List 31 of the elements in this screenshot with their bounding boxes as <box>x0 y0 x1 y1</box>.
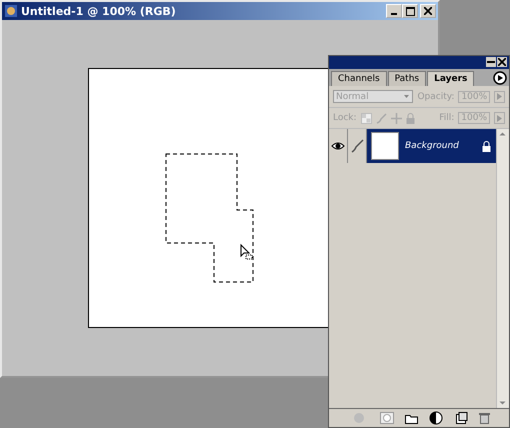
panel-menu-icon[interactable] <box>493 71 507 85</box>
minimize-button[interactable] <box>386 4 402 18</box>
close-button[interactable] <box>497 57 507 67</box>
close-icon <box>424 7 432 15</box>
maximize-icon <box>406 6 414 16</box>
window-title: Untitled-1 @ 100% (RGB) <box>21 4 177 18</box>
minimize-button[interactable] <box>486 57 496 67</box>
cursor-icon <box>240 244 252 260</box>
layer-name: Background <box>405 141 460 151</box>
minimize-icon <box>487 58 495 66</box>
layer-thumbnail <box>371 132 399 160</box>
maximize-button[interactable] <box>402 4 418 18</box>
folder-icon[interactable] <box>404 412 418 424</box>
app-icon <box>4 4 18 18</box>
fill-label: Fill: <box>439 113 454 123</box>
trash-icon[interactable] <box>478 412 490 424</box>
panel-tab[interactable]: Paths <box>388 71 426 86</box>
close-icon <box>498 58 506 66</box>
new-layer-icon[interactable] <box>456 412 468 424</box>
panel-tab[interactable]: Layers <box>427 71 474 86</box>
opacity-label: Opacity: <box>417 92 454 102</box>
arrow-icon <box>497 114 502 122</box>
panel-tab[interactable]: Channels <box>331 71 387 86</box>
mask-icon[interactable] <box>380 412 394 424</box>
eye-icon[interactable] <box>331 141 345 151</box>
arrow-icon <box>497 93 502 100</box>
brush-icon <box>350 139 364 153</box>
lock-label: Lock: <box>333 113 357 123</box>
layer-row[interactable]: Background <box>329 129 496 163</box>
scrollbar[interactable] <box>496 129 509 408</box>
adjustment-layer-icon[interactable] <box>428 411 444 425</box>
